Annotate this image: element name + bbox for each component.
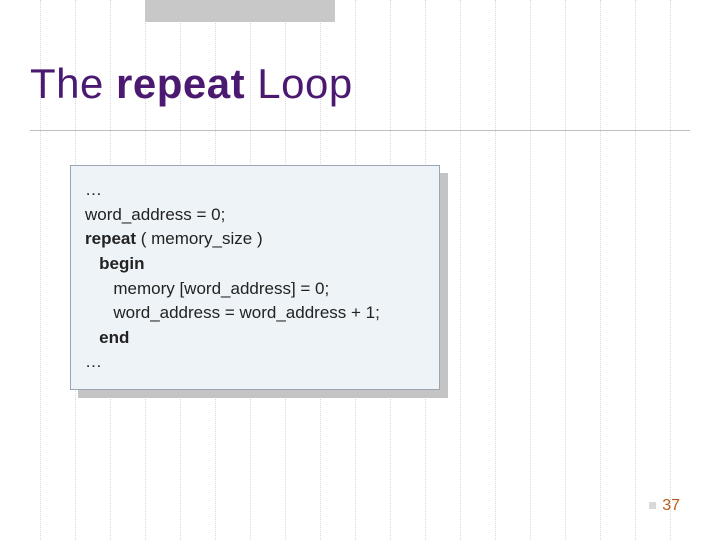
code-line: ( memory_size ): [136, 229, 263, 248]
code-line: …: [85, 352, 102, 371]
code-panel: … word_address = 0; repeat ( memory_size…: [70, 165, 440, 390]
code-line: memory [word_address] = 0;: [113, 279, 329, 298]
title-prefix: The: [30, 60, 116, 107]
title-divider: [30, 130, 690, 131]
slide: The repeat Loop … word_address = 0; repe…: [0, 0, 720, 540]
code-keyword-repeat: repeat: [85, 229, 136, 248]
code-line: word_address = 0;: [85, 205, 225, 224]
page-number-bullet-icon: [649, 502, 656, 509]
top-accent-strip: [145, 0, 335, 22]
title-suffix: Loop: [245, 60, 353, 107]
page-number: 37: [649, 497, 680, 515]
page-number-value: 37: [662, 497, 680, 514]
code-keyword-begin: begin: [99, 254, 144, 273]
code-box: … word_address = 0; repeat ( memory_size…: [70, 165, 440, 390]
title-keyword: repeat: [116, 60, 245, 107]
code-line: word_address = word_address + 1;: [113, 303, 380, 322]
code-keyword-end: end: [99, 328, 129, 347]
code-line: …: [85, 180, 102, 199]
slide-title: The repeat Loop: [30, 60, 353, 108]
